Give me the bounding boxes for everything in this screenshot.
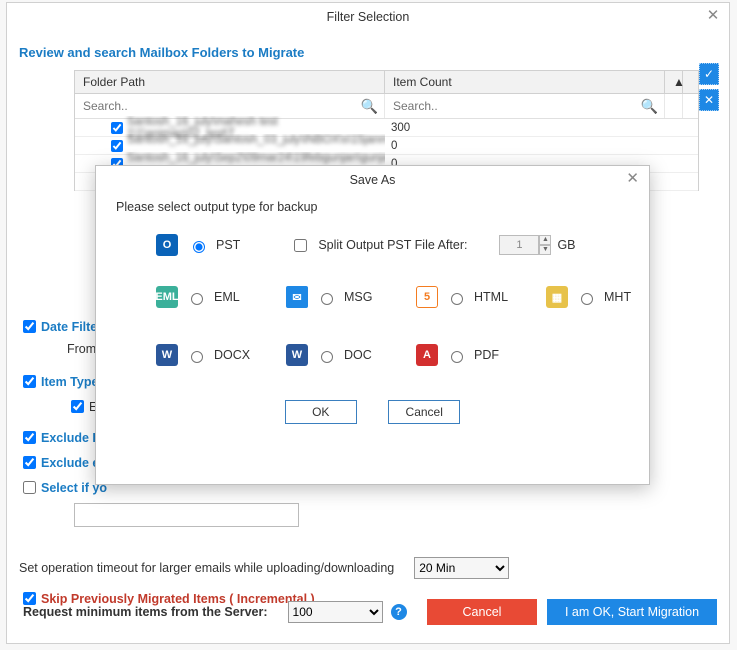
- request-min-select[interactable]: 100: [288, 601, 383, 623]
- check-all-button[interactable]: ✓: [699, 63, 719, 85]
- item-e-checkbox[interactable]: [71, 400, 84, 413]
- dialog-cancel-button[interactable]: Cancel: [388, 400, 460, 424]
- docx-radio[interactable]: [191, 351, 203, 363]
- pdf-radio[interactable]: [451, 351, 463, 363]
- split-checkbox[interactable]: [294, 239, 307, 252]
- search-icon[interactable]: 🔍: [641, 98, 658, 115]
- split-value-input[interactable]: [499, 235, 539, 255]
- pdf-icon: A: [416, 344, 438, 366]
- window-title: Filter Selection: [327, 10, 410, 24]
- spin-down-icon[interactable]: ▼: [539, 245, 551, 255]
- search-count-input[interactable]: [391, 98, 641, 114]
- uncheck-all-button[interactable]: ✕: [699, 89, 719, 111]
- mht-icon: ▦: [546, 286, 568, 308]
- date-filter-checkbox[interactable]: [23, 320, 36, 333]
- exclude-e-checkbox[interactable]: [23, 456, 36, 469]
- spin-up-icon[interactable]: ▲: [539, 235, 551, 245]
- help-icon[interactable]: ?: [391, 604, 407, 620]
- doc-icon: W: [286, 344, 308, 366]
- html-radio[interactable]: [451, 293, 463, 305]
- titlebar: Filter Selection ✕: [7, 3, 729, 31]
- timeout-label: Set operation timeout for larger emails …: [19, 561, 394, 575]
- split-label: Split Output PST File After:: [318, 238, 467, 252]
- date-filter-label: Date Filter: [41, 320, 102, 334]
- cancel-button[interactable]: Cancel: [427, 599, 537, 625]
- eml-radio[interactable]: [191, 293, 203, 305]
- save-as-dialog: Save As ✕ Please select output type for …: [95, 165, 650, 485]
- html-icon: 5: [416, 286, 438, 308]
- item-type-label: Item Type: [41, 375, 98, 389]
- close-icon[interactable]: ✕: [705, 9, 721, 25]
- row-checkbox[interactable]: [111, 140, 123, 152]
- exclude-d-checkbox[interactable]: [23, 431, 36, 444]
- search-folder-input[interactable]: [81, 98, 361, 114]
- msg-icon: ✉: [286, 286, 308, 308]
- row-checkbox[interactable]: [111, 122, 123, 134]
- dialog-title: Save As: [350, 173, 396, 187]
- dialog-prompt: Please select output type for backup: [116, 200, 629, 214]
- col-folder-path[interactable]: Folder Path: [75, 71, 385, 93]
- item-type-checkbox[interactable]: [23, 375, 36, 388]
- pst-radio[interactable]: [193, 241, 205, 253]
- from-label: From: [67, 342, 96, 356]
- mht-radio[interactable]: [581, 293, 593, 305]
- search-icon[interactable]: 🔍: [361, 98, 378, 115]
- start-migration-button[interactable]: I am OK, Start Migration: [547, 599, 717, 625]
- request-min-label: Request minimum items from the Server:: [23, 605, 268, 619]
- select-if-checkbox[interactable]: [23, 481, 36, 494]
- outlook-icon: O: [156, 234, 178, 256]
- docx-icon: W: [156, 344, 178, 366]
- select-if-textbox[interactable]: [74, 503, 299, 527]
- page-heading: Review and search Mailbox Folders to Mig…: [19, 45, 717, 60]
- col-scroll-head: ▲: [665, 71, 683, 93]
- eml-icon: EML: [156, 286, 178, 308]
- msg-radio[interactable]: [321, 293, 333, 305]
- timeout-select[interactable]: 20 Min: [414, 557, 509, 579]
- col-item-count[interactable]: Item Count: [385, 71, 665, 93]
- doc-radio[interactable]: [321, 351, 333, 363]
- gb-label: GB: [557, 238, 575, 252]
- dialog-close-icon[interactable]: ✕: [626, 172, 639, 186]
- dialog-ok-button[interactable]: OK: [285, 400, 357, 424]
